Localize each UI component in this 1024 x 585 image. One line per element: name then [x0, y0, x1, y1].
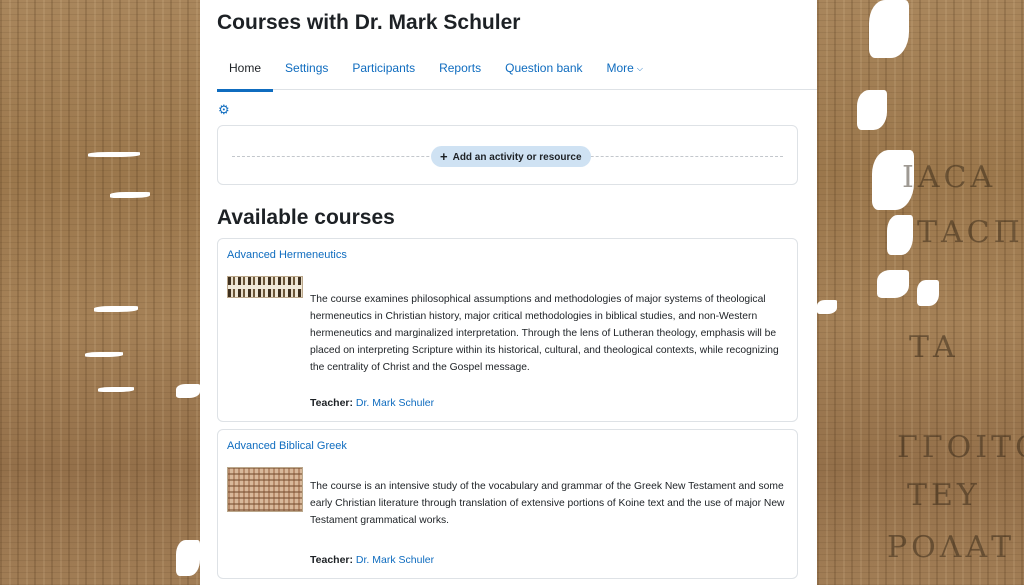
plus-icon: +: [440, 149, 448, 164]
papyrus-background-right: ΙΑϹΑ ΤΑϹΠ ΤΑ ΓΓΟΙΤΟ ΤΕΥ ΡΟΛΑΤ: [817, 0, 1024, 585]
course-nav-tabs: Home Settings Participants Reports Quest…: [217, 56, 817, 92]
teacher-link[interactable]: Dr. Mark Schuler: [356, 397, 434, 409]
course-summary: The course examines philosophical assump…: [310, 294, 779, 373]
tab-reports[interactable]: Reports: [427, 56, 493, 89]
course-name-link[interactable]: Advanced Hermeneutics: [227, 249, 347, 261]
course-card: Advanced Biblical Greek The course is an…: [217, 429, 798, 579]
papyrus-background-left: [0, 0, 200, 585]
course-summary: The course is an intensive study of the …: [310, 481, 785, 526]
course-name-link[interactable]: Advanced Biblical Greek: [227, 440, 347, 452]
teacher-label: Teacher:: [310, 554, 353, 566]
tab-more[interactable]: More ⌵: [595, 56, 655, 89]
tab-home[interactable]: Home: [217, 56, 274, 92]
course-thumbnail[interactable]: [227, 467, 303, 512]
course-teacher: Teacher: Dr. Mark Schuler: [310, 554, 434, 566]
teacher-label: Teacher:: [310, 397, 353, 409]
course-teacher: Teacher: Dr. Mark Schuler: [310, 397, 434, 409]
tab-question-bank[interactable]: Question bank: [493, 56, 594, 89]
add-activity-button[interactable]: + Add an activity or resource: [431, 146, 591, 167]
teacher-link[interactable]: Dr. Mark Schuler: [356, 554, 434, 566]
add-activity-label: Add an activity or resource: [452, 152, 582, 163]
available-courses-heading: Available courses: [217, 206, 395, 229]
page-title: Courses with Dr. Mark Schuler: [217, 11, 521, 34]
tab-more-label: More: [606, 61, 634, 75]
add-activity-section: + Add an activity or resource: [217, 125, 798, 185]
course-card: Advanced Hermeneutics The course examine…: [217, 238, 798, 422]
gear-icon[interactable]: ⚙: [218, 103, 230, 116]
chevron-down-icon: ⌵: [636, 64, 643, 73]
tab-settings[interactable]: Settings: [273, 56, 340, 89]
course-thumbnail[interactable]: [227, 276, 303, 298]
course-page-panel: Courses with Dr. Mark Schuler Home Setti…: [200, 0, 817, 585]
tab-participants[interactable]: Participants: [340, 56, 427, 89]
